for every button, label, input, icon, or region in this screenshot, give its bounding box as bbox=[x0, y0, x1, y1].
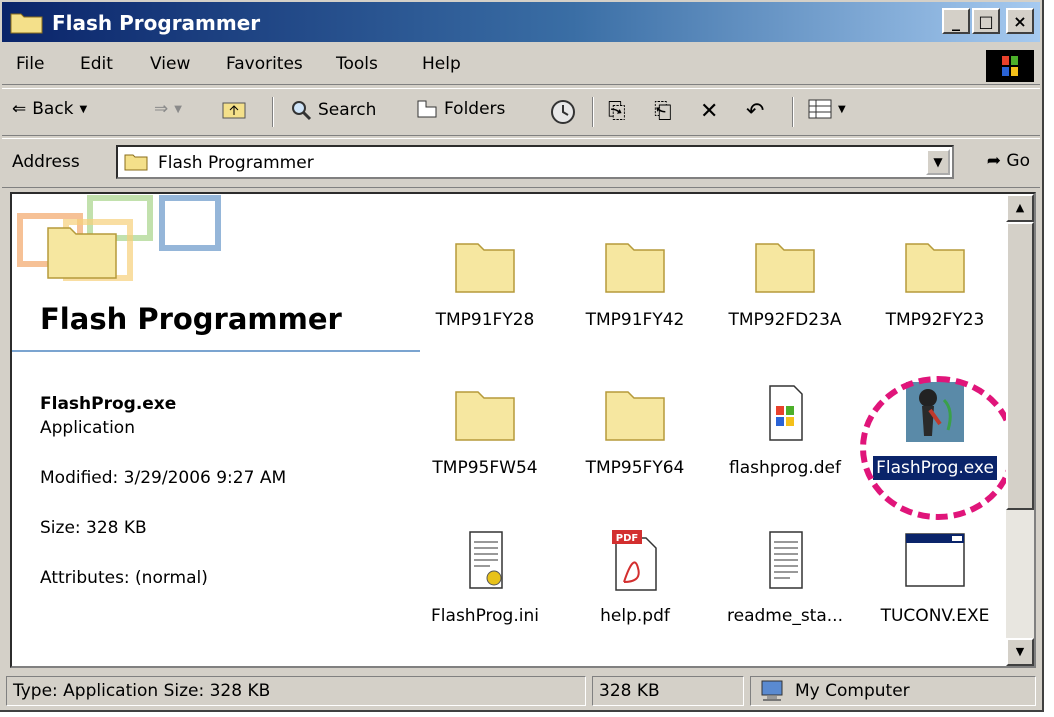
list-item[interactable]: readme_sta... bbox=[710, 528, 860, 628]
selected-file-modified: Modified: 3/29/2006 9:27 AM bbox=[40, 468, 287, 488]
folder-icon bbox=[124, 154, 148, 171]
address-input[interactable]: Flash Programmer ▼ bbox=[116, 145, 954, 179]
up-folder-icon bbox=[222, 102, 246, 119]
back-button[interactable]: ⇐ Back ▼ bbox=[12, 99, 87, 119]
folder-icon bbox=[905, 243, 965, 293]
title-bar[interactable]: Flash Programmer _ □ × bbox=[2, 2, 1040, 42]
back-arrow-icon: ⇐ bbox=[12, 99, 27, 119]
chevron-down-icon: ▼ bbox=[838, 103, 846, 115]
go-button[interactable]: ➦ Go bbox=[987, 151, 1030, 171]
pdf-icon: PDF bbox=[612, 530, 657, 591]
undo-icon: ↶ bbox=[746, 99, 765, 124]
menu-view[interactable]: View bbox=[150, 54, 190, 74]
delete-button[interactable]: ✕ bbox=[700, 99, 718, 124]
forward-button[interactable]: ⇒ ▼ bbox=[154, 99, 182, 119]
delete-icon: ✕ bbox=[700, 99, 719, 124]
address-bar: Address Flash Programmer ▼ ➦ Go bbox=[2, 138, 1040, 188]
panel-divider bbox=[12, 350, 420, 352]
window-app-icon bbox=[905, 533, 965, 587]
history-button[interactable] bbox=[550, 99, 576, 125]
scroll-up-button[interactable]: ▲ bbox=[1006, 194, 1034, 222]
window-title: Flash Programmer bbox=[52, 11, 261, 35]
views-icon bbox=[808, 99, 832, 119]
status-size: 328 KB bbox=[592, 676, 744, 706]
list-item[interactable]: flashprog.def bbox=[710, 380, 860, 480]
list-item[interactable]: TMP95FY64 bbox=[560, 380, 710, 480]
file-view[interactable]: Flash Programmer FlashProg.exe Applicati… bbox=[10, 192, 1036, 668]
menu-file[interactable]: File bbox=[16, 54, 44, 74]
menu-favorites[interactable]: Favorites bbox=[226, 54, 303, 74]
folder-icon bbox=[455, 243, 515, 293]
windows-file-icon bbox=[769, 385, 803, 441]
chevron-down-icon: ▼ bbox=[174, 103, 182, 115]
selected-file-name: FlashProg.exe bbox=[40, 394, 177, 414]
list-item[interactable]: TUCONV.EXE bbox=[860, 528, 1010, 628]
views-button[interactable]: ▼ bbox=[808, 99, 846, 119]
web-view-panel: Flash Programmer FlashProg.exe Applicati… bbox=[12, 194, 422, 666]
chevron-down-icon: ▼ bbox=[79, 103, 88, 115]
menu-help[interactable]: Help bbox=[422, 54, 461, 74]
computer-icon bbox=[761, 680, 783, 701]
selected-file-attributes: Attributes: (normal) bbox=[40, 568, 208, 588]
menu-tools[interactable]: Tools bbox=[336, 54, 378, 74]
folder-icon bbox=[10, 13, 43, 34]
address-dropdown-button[interactable]: ▼ bbox=[926, 149, 950, 175]
vertical-scrollbar[interactable]: ▲ ▼ bbox=[1006, 194, 1034, 666]
list-item[interactable]: TMP91FY28 bbox=[410, 232, 560, 332]
up-folder-button[interactable] bbox=[222, 99, 246, 119]
menu-bar: File Edit View Favorites Tools Help bbox=[2, 46, 1040, 85]
maximize-button[interactable]: □ bbox=[972, 8, 1000, 34]
list-item[interactable]: PDF help.pdf bbox=[560, 528, 710, 628]
minimize-button[interactable]: _ bbox=[942, 8, 970, 34]
folder-icon bbox=[755, 243, 815, 293]
folders-icon bbox=[417, 100, 437, 118]
move-to-icon: ⎘ bbox=[608, 99, 626, 124]
copy-to-button[interactable]: ⎗ bbox=[654, 99, 672, 124]
text-file-icon bbox=[769, 531, 803, 589]
close-button[interactable]: × bbox=[1006, 8, 1034, 34]
panel-title: Flash Programmer bbox=[40, 302, 342, 336]
windows-logo-icon bbox=[986, 50, 1034, 82]
list-item[interactable]: TMP92FD23A bbox=[710, 232, 860, 332]
status-zone: My Computer bbox=[750, 676, 1036, 706]
go-arrow-icon: ➦ bbox=[986, 151, 1002, 171]
folder-icon bbox=[605, 391, 665, 441]
history-icon bbox=[551, 100, 575, 124]
folders-button[interactable]: Folders bbox=[416, 99, 505, 119]
standard-toolbar: ⇐ Back ▼ ⇒ ▼ Search Folders ⎘ ⎗ ✕ ↶ ▼ bbox=[2, 88, 1040, 136]
forward-arrow-icon: ⇒ bbox=[154, 99, 169, 119]
search-icon bbox=[292, 101, 312, 121]
copy-to-icon: ⎗ bbox=[654, 99, 672, 124]
folder-icon bbox=[605, 243, 665, 293]
config-file-icon bbox=[469, 531, 503, 589]
undo-button[interactable]: ↶ bbox=[746, 99, 764, 124]
search-button[interactable]: Search bbox=[290, 99, 376, 121]
explorer-window: Flash Programmer _ □ × File Edit View Fa… bbox=[0, 0, 1044, 712]
move-to-button[interactable]: ⎘ bbox=[608, 99, 626, 124]
status-bar: Type: Application Size: 328 KB 328 KB My… bbox=[2, 674, 1040, 708]
list-item[interactable]: TMP95FW54 bbox=[410, 380, 560, 480]
list-item[interactable]: TMP91FY42 bbox=[560, 232, 710, 332]
selected-file-size: Size: 328 KB bbox=[40, 518, 147, 538]
folder-icon bbox=[455, 391, 515, 441]
pdf-badge-text: PDF bbox=[616, 533, 638, 544]
status-type: Type: Application Size: 328 KB bbox=[6, 676, 586, 706]
scroll-thumb[interactable] bbox=[1006, 222, 1034, 510]
scroll-down-button[interactable]: ▼ bbox=[1006, 638, 1034, 666]
list-item[interactable]: FlashProg.ini bbox=[410, 528, 560, 628]
menu-edit[interactable]: Edit bbox=[80, 54, 113, 74]
selected-file-type: Application bbox=[40, 418, 135, 438]
highlight-circle bbox=[860, 376, 1016, 520]
address-label: Address bbox=[12, 152, 80, 172]
list-item[interactable]: TMP92FY23 bbox=[860, 232, 1010, 332]
